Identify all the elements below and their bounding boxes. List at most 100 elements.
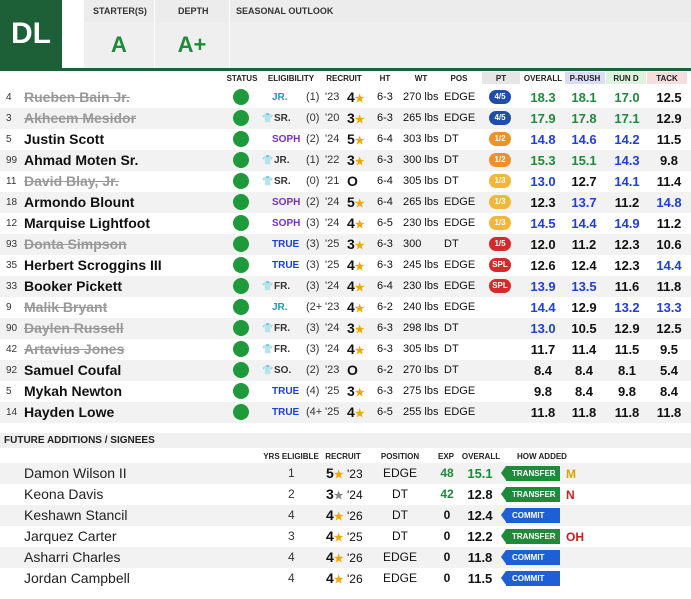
run-defense-rating: 11.8 [614,405,640,420]
recruit-stars: 4★ [347,341,365,357]
player-row[interactable]: 9 Malik Bryant JR. (2+ '23 4★ 6-2 240 lbs EDGE 14… [0,297,691,318]
star-icon: ★ [333,490,344,502]
player-row[interactable]: 93 Donta Simpson TRUE (3) '25 3★ 6-3 300 DT 1/5 12… [0,234,691,255]
signee-name[interactable]: Keona Davis [24,484,103,505]
eligibility-years: (3) [306,343,320,355]
player-name[interactable]: Booker Pickett [24,276,122,297]
eligibility-class: JR. [272,92,288,103]
player-row[interactable]: 18 Armondo Blount SOPH (2) '24 5★ 6-4 265 lbs ED… [0,192,691,213]
player-name[interactable]: Justin Scott [24,129,104,150]
recruit-stars: 4★ '26 [326,507,363,523]
col-yrs-eligible: YRS ELIGIBLE [263,452,319,461]
player-name[interactable]: David Blay, Jr. [24,171,119,192]
col-eligibility: ELIGIBILITY [267,74,315,83]
star-icon: ★ [354,240,365,252]
player-name[interactable]: Donta Simpson [24,234,127,255]
status-dot [233,362,249,378]
recruit-stars: 5★ [347,194,365,210]
position: EDGE [444,112,476,124]
tackling-rating: 12.5 [656,90,682,105]
height: 6-3 [377,238,393,250]
overall-rating: 11.8 [467,550,493,565]
recruit-year: '24 [325,133,340,145]
col-ht: HT [379,74,391,83]
player-name[interactable]: Rueben Bain Jr. [24,87,130,108]
tackling-rating: 5.4 [659,363,679,378]
player-row[interactable]: 35 Herbert Scroggins III TRUE (3) '25 4★ 6-3 24… [0,255,691,276]
status-dot [233,404,249,420]
signee-row[interactable]: Keshawn Stancil 4 4★ '26 DT 0 12.4 COMMIT [0,505,691,526]
player-row[interactable]: 11 David Blay, Jr. 👕 SR. (0) '21 O 6-4 305 lbs DT… [0,171,691,192]
outlook-label: SEASONAL OUTLOOK [230,0,691,22]
starters-label: STARTER(S) [84,0,154,22]
pass-rush-rating: 12.7 [571,174,597,189]
redshirt-icon: 👕 [262,155,274,165]
player-name[interactable]: Armondo Blount [24,192,134,213]
playing-time-badge: SPL [489,258,511,272]
signee-row[interactable]: Asharri Charles 4 4★ '26 EDGE 0 11.8 COMMIT [0,547,691,568]
years-eligible: 4 [288,550,295,564]
player-row[interactable]: 33 Booker Pickett 👕 FR. (3) '24 4★ 6-4 230 lbs ED… [0,276,691,297]
overall-rating: 13.0 [530,321,556,336]
col-rund: RUN D [606,72,646,84]
player-name[interactable]: Artavius Jones [24,339,124,360]
pass-rush-rating: 8.4 [574,363,594,378]
signee-row[interactable]: Jarquez Carter 3 4★ '25 DT 0 12.2 TRANSFER OH [0,526,691,547]
weight: 300 lbs [403,154,439,166]
col-exp: EXP [437,452,454,461]
experience: 0 [443,571,451,585]
recruit-year: '24 [325,343,340,355]
weight: 255 lbs [403,406,439,418]
player-row[interactable]: 92 Samuel Coufal 👕 SO. (2) '23 O 6-2 270 lbs DT 8.… [0,360,691,381]
player-name[interactable]: Herbert Scroggins III [24,255,162,276]
jersey-number: 18 [6,197,18,208]
eligibility-years: (0) [306,112,320,124]
height: 6-4 [377,280,393,292]
eligibility-years: (2+ [306,301,323,313]
signee-name[interactable]: Jordan Campbell [24,568,130,589]
player-row[interactable]: 90 Daylen Russell 👕 FR. (3) '24 3★ 6-3 298 lbs DT… [0,318,691,339]
recruit-year: '26 [343,551,363,565]
player-name[interactable]: Hayden Lowe [24,402,114,423]
player-row[interactable]: 4 Rueben Bain Jr. JR. (1) '23 4★ 6-3 270 lbs EDG… [0,87,691,108]
outlook-box [230,22,691,68]
recruit-stars: 5★ [347,131,365,147]
status-dot [233,194,249,210]
run-defense-rating: 14.3 [614,153,640,168]
player-row[interactable]: 42 Artavius Jones 👕 FR. (3) '24 4★ 6-3 305 lbs DT… [0,339,691,360]
recruit-year: '24 [325,280,340,292]
player-name[interactable]: Mykah Newton [24,381,122,402]
signee-name[interactable]: Keshawn Stancil [24,505,128,526]
run-defense-rating: 11.6 [614,279,640,294]
weight: 270 lbs [403,364,439,376]
signee-name[interactable]: Damon Wilson II [24,463,127,484]
recruit-stars: 4★ [347,299,365,315]
jersey-number: 90 [6,323,18,334]
player-row[interactable]: 12 Marquise Lightfoot SOPH (3) '24 4★ 6-5 230 l… [0,213,691,234]
player-name[interactable]: Ahmad Moten Sr. [24,150,138,171]
star-icon: ★ [333,574,344,586]
signee-name[interactable]: Jarquez Carter [24,526,117,547]
weight: 230 lbs [403,217,439,229]
player-row[interactable]: 14 Hayden Lowe TRUE (4+ '25 4★ 6-5 255 lbs EDGE 1… [0,402,691,423]
player-name[interactable]: Marquise Lightfoot [24,213,150,234]
star-icon: ★ [354,219,365,231]
player-row[interactable]: 3 Akheem Mesidor 👕 SR. (0) '20 3★ 6-3 265 lbs EDG… [0,108,691,129]
signee-row[interactable]: Jordan Campbell 4 4★ '26 EDGE 0 11.5 COMMIT [0,568,691,589]
eligibility-years: (3) [306,322,320,334]
player-name[interactable]: Samuel Coufal [24,360,121,381]
player-row[interactable]: 5 Justin Scott SOPH (2) '24 5★ 6-4 303 lbs DT 1/2… [0,129,691,150]
tackling-rating: 14.4 [656,258,682,273]
signee-name[interactable]: Asharri Charles [24,547,120,568]
player-name[interactable]: Malik Bryant [24,297,107,318]
recruit-year: '25 [325,385,340,397]
signee-row[interactable]: Damon Wilson II 1 5★ '23 EDGE 48 15.1 TRANSFER… [0,463,691,484]
player-name[interactable]: Daylen Russell [24,318,124,339]
player-name[interactable]: Akheem Mesidor [24,108,136,129]
height: 6-3 [377,259,393,271]
tackling-rating: 9.8 [659,153,679,168]
player-row[interactable]: 5 Mykah Newton TRUE (4) '25 3★ 6-3 275 lbs EDGE 9… [0,381,691,402]
jersey-number: 9 [6,302,12,313]
signee-row[interactable]: Keona Davis 2 3★ '24 DT 42 12.8 TRANSFER N [0,484,691,505]
player-row[interactable]: 99 Ahmad Moten Sr. 👕 JR. (1) '22 3★ 6-3 300 lbs D… [0,150,691,171]
